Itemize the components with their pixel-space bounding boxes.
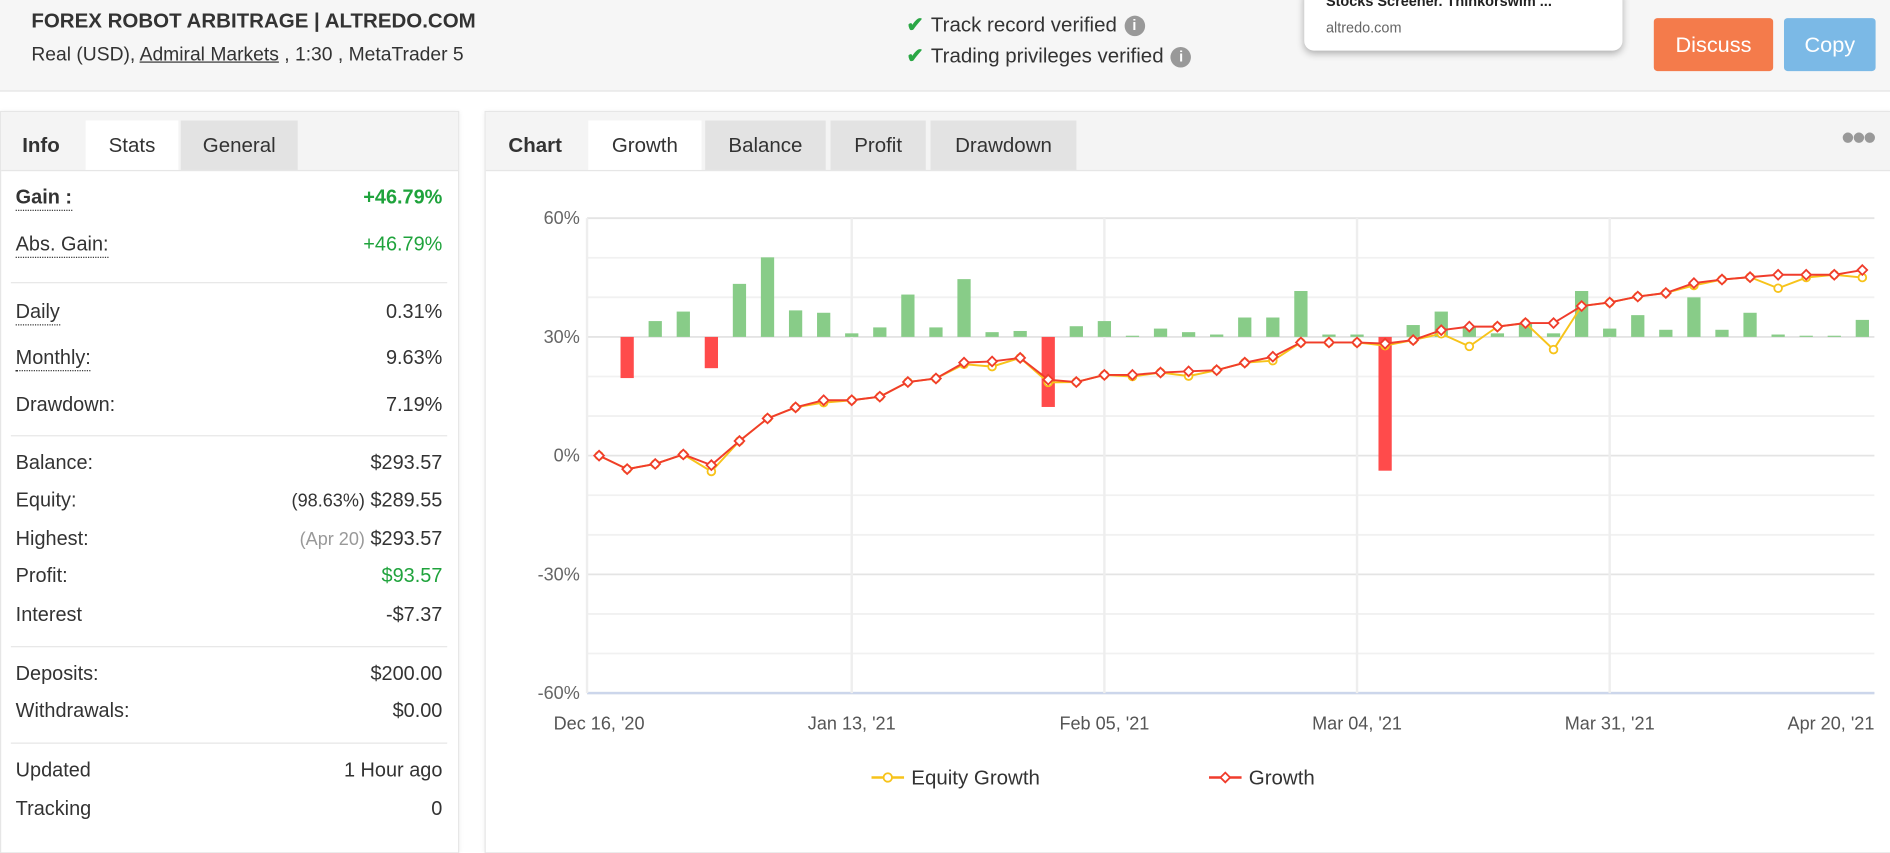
growth-point (845, 394, 858, 407)
profit-bar (1546, 333, 1561, 337)
profit-bar (1069, 326, 1083, 337)
profit-bar (1013, 330, 1027, 337)
growth-point (677, 448, 690, 461)
profit-bar (760, 257, 775, 337)
growth-point (592, 449, 606, 462)
profit-bar (1631, 315, 1645, 337)
profit-bar (901, 294, 915, 337)
profit-bar (1659, 329, 1673, 337)
growth-point (1856, 263, 1869, 277)
profit-bar (1687, 297, 1701, 337)
profit-bar (1294, 290, 1308, 337)
growth-point (1070, 375, 1083, 389)
growth-point (1772, 268, 1785, 281)
profit-bar (1715, 329, 1729, 337)
profit-bar (845, 333, 859, 337)
profit-bar (732, 283, 747, 337)
profit-bar (620, 336, 634, 379)
growth-point (1715, 273, 1729, 286)
profit-bar (1827, 335, 1841, 337)
growth-point (1603, 296, 1616, 309)
profit-bar (1210, 334, 1224, 337)
y-tick-label: -60% (538, 683, 580, 703)
series-line-growth (598, 269, 1863, 471)
equity-point (1773, 283, 1783, 293)
profit-bar (1743, 312, 1757, 337)
profit-bar (1041, 336, 1055, 407)
growth-point (789, 401, 802, 414)
growth-point (1828, 268, 1841, 281)
growth-point (1210, 364, 1223, 377)
profit-bar (929, 327, 943, 337)
x-tick-label: Mar 04, '21 (1312, 713, 1402, 733)
y-tick-label: 30% (544, 327, 580, 347)
growth-point (1322, 336, 1336, 349)
growth-point (873, 390, 886, 403)
x-tick-label: Dec 16, '20 (554, 713, 645, 733)
growth-point (1350, 336, 1364, 349)
legend-growth-marker (1219, 771, 1232, 784)
profit-bar (1238, 317, 1252, 337)
growth-point (1631, 290, 1644, 303)
growth-point (1547, 316, 1560, 330)
profit-bar (704, 336, 719, 369)
profit-bar (1181, 332, 1196, 337)
growth-point (1238, 356, 1251, 369)
growth-point (1294, 336, 1307, 349)
series-line-equity-growth (598, 273, 1863, 473)
profit-bar (817, 312, 831, 337)
growth-point (901, 375, 914, 389)
profit-bar (1378, 336, 1392, 471)
growth-point (621, 462, 634, 476)
profit-bar (1490, 333, 1505, 337)
x-tick-label: Jan 13, '21 (808, 713, 896, 733)
growth-point (1659, 286, 1672, 300)
x-tick-label: Feb 05, '21 (1059, 713, 1149, 733)
x-tick-label: Apr 20, '21 (1788, 713, 1875, 733)
x-tick-label: Mar 31, '21 (1565, 713, 1655, 733)
growth-point (929, 372, 943, 385)
profit-bar (1266, 317, 1280, 337)
growth-point (1743, 271, 1757, 284)
equity-point (1548, 344, 1559, 355)
y-tick-label: -30% (538, 564, 580, 584)
growth-point (649, 457, 662, 471)
equity-point (1464, 341, 1475, 352)
profit-bar (1855, 319, 1869, 337)
profit-bar (1799, 335, 1813, 337)
y-tick-label: 0% (554, 446, 580, 466)
profit-bar (985, 332, 999, 337)
legend-equity-marker (882, 772, 893, 783)
profit-bar (788, 310, 803, 337)
profit-bar (1153, 328, 1168, 337)
profit-bar (957, 279, 971, 337)
profit-bar (1771, 334, 1785, 337)
profit-bar (1097, 321, 1112, 337)
profit-bar (873, 327, 887, 337)
growth-chart: 60% 30% 0% -30% -60% Dec 16, '20 Jan 13, '21 Fe… (538, 208, 1875, 790)
profit-bar (1125, 335, 1140, 337)
legend-label: Equity Growth (911, 767, 1040, 790)
profit-bar (1603, 328, 1617, 337)
profit-bar (676, 311, 690, 337)
y-tick-label: 60% (544, 208, 580, 228)
growth-point (1098, 368, 1111, 382)
profit-bar (648, 321, 662, 337)
legend-label: Growth (1249, 767, 1315, 790)
